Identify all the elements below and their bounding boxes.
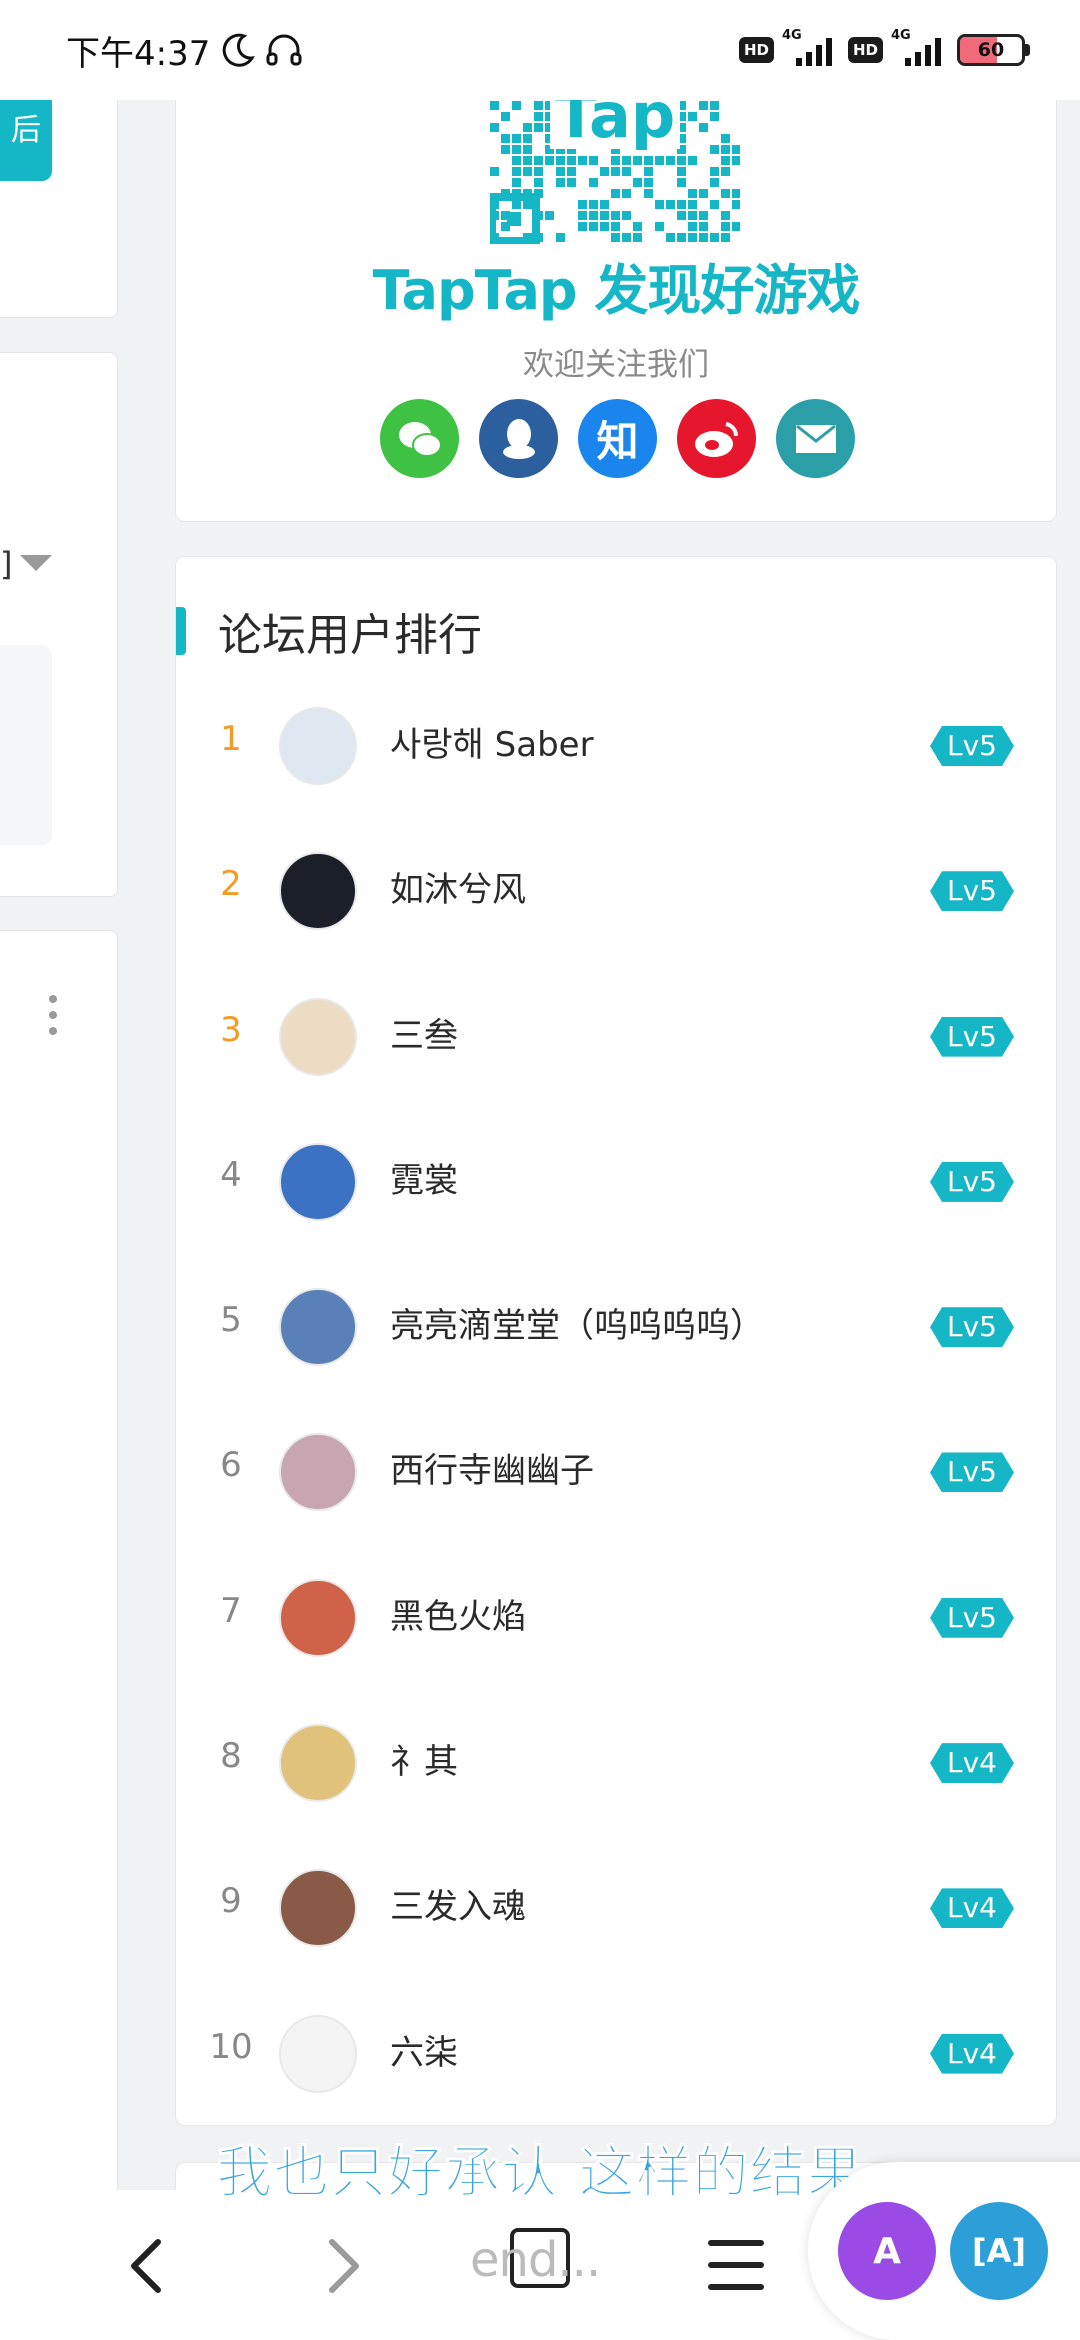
level-badge: Lv5 [930,871,1014,912]
username[interactable]: 三发入魂 [390,1879,526,1928]
moon-icon [222,33,255,67]
user-ranking-card: 论坛用户排行 1 사랑해 Saber Lv5 2 如沐兮风 Lv5 3 三叁 Lv5 4 霓裳 Lv5… [175,556,1057,2126]
level-badge: Lv5 [930,1161,1014,1202]
forward-icon[interactable] [320,2220,370,2310]
filter-label: ] [0,545,13,583]
level-badge: Lv5 [930,1452,1014,1493]
tabs-button[interactable]: end... [470,2228,620,2308]
avatar[interactable] [279,1142,357,1221]
ranking-row[interactable]: 4 霓裳 Lv5 [176,1109,1056,1254]
qq-icon[interactable] [479,399,558,478]
username[interactable]: 亮亮滴堂堂（呜呜呜呜） [390,1298,764,1347]
network-type: 4G [781,28,802,43]
avatar[interactable] [279,1288,357,1367]
status-indicators: HD 4G HD 4G 60 [738,28,1030,72]
ranking-row[interactable]: 3 三叁 Lv5 [176,964,1056,1109]
level-badge: Lv5 [930,726,1014,766]
avatar[interactable] [279,1578,357,1657]
status-time: 下午4:37 [66,34,211,74]
email-icon[interactable] [776,399,855,478]
avatar[interactable] [279,852,357,931]
avatar[interactable] [279,1869,357,1948]
ranking-row[interactable]: 7 黑色火焰 Lv5 [176,1545,1056,1690]
level-badge: Lv5 [930,1597,1014,1638]
battery-level: 60 [977,39,1005,61]
avatar[interactable] [279,1433,357,1512]
avatar[interactable] [279,997,357,1076]
rank-number: 4 [220,1154,242,1195]
level-badge: Lv4 [930,2033,1014,2074]
dropdown-caret-icon[interactable] [20,555,52,571]
username[interactable]: 黑色火焰 [390,1589,526,1638]
avatar[interactable] [279,2014,357,2093]
status-bar: 下午4:37 HD 4G HD 4G 60 [0,0,1080,100]
ranking-row[interactable]: 10 六柒 Lv4 [176,1981,1056,2126]
avatar[interactable] [279,707,357,785]
level-badge: Lv4 [930,1888,1014,1929]
username[interactable]: 礻其 [390,1734,458,1783]
level-badge: Lv4 [930,1743,1014,1784]
rank-number: 5 [220,1300,242,1341]
ranking-row[interactable]: 9 三发入魂 Lv4 [176,1835,1056,1980]
rank-number: 3 [220,1009,242,1050]
ranking-row[interactable]: 2 如沐兮风 Lv5 [176,818,1056,963]
battery-icon: 60 [957,34,1030,66]
ranking-row[interactable]: 6 西行寺幽幽子 Lv5 [176,1399,1056,1544]
left-column: 后 ] [0,0,118,2340]
username[interactable]: 西行寺幽幽子 [390,1443,594,1492]
rank-number: 7 [220,1590,242,1631]
username[interactable]: 三叁 [390,1008,458,1057]
level-badge: Lv5 [930,1016,1014,1057]
social-links: 知 [380,399,855,478]
section-accent-bar [176,607,186,655]
level-badge: Lv5 [930,1307,1014,1348]
weibo-icon[interactable] [677,399,756,478]
taptap-logo: TapTap 发现好游戏 [372,259,861,322]
translate-icon[interactable]: [A] [950,2202,1048,2300]
left-input-area[interactable] [0,645,52,845]
rank-number: 2 [220,864,242,905]
more-options-icon[interactable] [46,995,60,1043]
username[interactable]: 如沐兮风 [390,862,526,911]
signal-icon: 4G [891,28,949,68]
menu-icon[interactable] [708,2240,764,2290]
rank-number: 9 [220,1881,242,1922]
zhihu-icon[interactable]: 知 [578,399,657,478]
ranking-row[interactable]: 8 礻其 Lv4 [176,1690,1056,1835]
tab-label: end... [470,2232,601,2288]
wechat-icon[interactable] [380,399,459,478]
back-icon[interactable] [120,2220,170,2310]
signal-icon: 4G [782,28,840,68]
headset-icon [266,34,302,66]
network-type: 4G [891,28,911,43]
rank-number: 6 [220,1445,242,1486]
floating-tools: A [A] [808,2162,1080,2340]
avatar[interactable] [279,1724,357,1803]
ranking-list: 1 사랑해 Saber Lv5 2 如沐兮风 Lv5 3 三叁 Lv5 4 霓裳 Lv5 5 亮亮滴堂堂（… [176,673,1056,2126]
qr-code: Tap [490,79,740,244]
rank-number: 10 [209,2026,253,2067]
hd-badge: HD [738,37,774,63]
ranking-row[interactable]: 5 亮亮滴堂堂（呜呜呜呜） Lv5 [176,1254,1056,1399]
ranking-title: 论坛用户排行 [218,610,482,661]
reader-icon[interactable]: A [838,2202,936,2300]
follow-us-text: 欢迎关注我们 [523,347,709,383]
rank-number: 8 [220,1736,242,1777]
username[interactable]: 霓裳 [390,1153,458,1202]
username[interactable]: 六柒 [390,2025,458,2074]
hd-badge: HD [847,37,883,63]
username[interactable]: 사랑해 Saber [390,717,594,766]
ranking-row[interactable]: 1 사랑해 Saber Lv5 [176,673,1056,818]
rank-number: 1 [220,719,242,759]
